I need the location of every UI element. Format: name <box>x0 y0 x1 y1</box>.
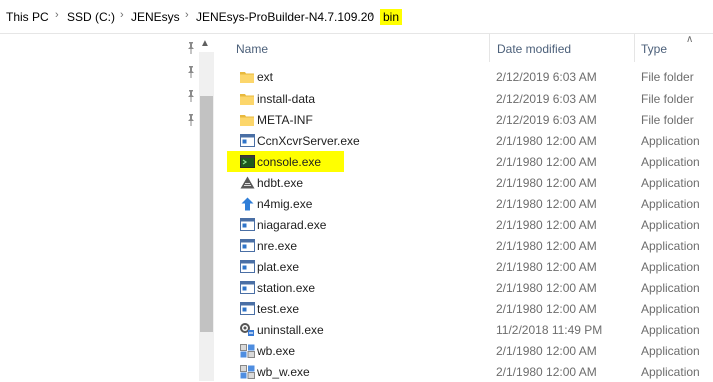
column-header-date-modified[interactable]: Date modified <box>497 42 571 56</box>
triangle-app-icon <box>238 174 256 191</box>
file-type: Application <box>641 365 700 379</box>
file-date: 2/1/1980 12:00 AM <box>496 218 597 232</box>
file-date: 2/1/1980 12:00 AM <box>496 260 597 274</box>
console-icon <box>238 153 256 170</box>
breadcrumb-this-pc[interactable]: This PC <box>6 10 49 24</box>
file-name[interactable]: n4mig.exe <box>257 197 312 211</box>
file-date: 2/1/1980 12:00 AM <box>496 365 597 379</box>
file-row-hdbt[interactable]: hdbt.exe 2/1/1980 12:00 AM Application <box>214 172 713 193</box>
file-name[interactable]: uninstall.exe <box>257 323 324 337</box>
application-window-icon <box>238 258 256 275</box>
application-window-icon <box>238 132 256 149</box>
file-date: 2/12/2019 6:03 AM <box>496 70 597 84</box>
column-header-name[interactable]: Name <box>236 42 268 56</box>
column-header-type[interactable]: Type <box>641 42 667 56</box>
navigation-pane <box>0 34 214 381</box>
file-date: 2/1/1980 12:00 AM <box>496 302 597 316</box>
file-type: Application <box>641 344 700 358</box>
file-name[interactable]: station.exe <box>257 281 315 295</box>
application-window-icon <box>238 237 256 254</box>
file-date: 2/1/1980 12:00 AM <box>496 155 597 169</box>
file-row-wb[interactable]: wb.exe 2/1/1980 12:00 AM Application <box>214 340 713 361</box>
application-window-icon <box>238 216 256 233</box>
file-row-ccnxcvrserver[interactable]: CcnXcvrServer.exe 2/1/1980 12:00 AM Appl… <box>214 130 713 151</box>
file-type: Application <box>641 323 700 337</box>
file-name[interactable]: niagarad.exe <box>257 218 326 232</box>
breadcrumb-bin[interactable]: bin <box>380 9 403 25</box>
nav-scrollbar-thumb[interactable] <box>200 96 213 332</box>
file-type: Application <box>641 155 700 169</box>
file-row-install-data[interactable]: install-data 2/12/2019 6:03 AM File fold… <box>214 88 713 109</box>
chevron-right-icon[interactable]: › <box>369 9 373 21</box>
pin-icon[interactable] <box>186 90 196 102</box>
pin-icon[interactable] <box>186 42 196 54</box>
file-type: Application <box>641 197 700 211</box>
file-type: Application <box>641 281 700 295</box>
file-row-console[interactable]: console.exe 2/1/1980 12:00 AM Applicatio… <box>214 151 713 172</box>
file-date: 11/2/2018 11:49 PM <box>496 323 603 337</box>
file-name[interactable]: plat.exe <box>257 260 299 274</box>
file-type: Application <box>641 302 700 316</box>
chevron-right-icon[interactable]: › <box>55 9 59 21</box>
file-name[interactable]: nre.exe <box>257 239 297 253</box>
file-date: 2/1/1980 12:00 AM <box>496 239 597 253</box>
workbench-icon <box>238 363 256 380</box>
folder-icon <box>238 68 256 85</box>
up-arrow-icon <box>238 195 256 212</box>
chevron-right-icon[interactable]: › <box>120 9 124 21</box>
file-type: Application <box>641 176 700 190</box>
folder-icon <box>238 90 256 107</box>
pin-icon[interactable] <box>186 66 196 78</box>
file-date: 2/1/1980 12:00 AM <box>496 134 597 148</box>
file-type: Application <box>641 134 700 148</box>
file-row-ext[interactable]: ext 2/12/2019 6:03 AM File folder <box>214 66 713 87</box>
file-date: 2/12/2019 6:03 AM <box>496 113 597 127</box>
file-name[interactable]: wb_w.exe <box>257 365 310 379</box>
file-date: 2/1/1980 12:00 AM <box>496 344 597 358</box>
file-name[interactable]: META-INF <box>257 113 313 127</box>
scroll-up-arrow-icon[interactable]: ▲ <box>200 38 210 49</box>
breadcrumb-jenesys[interactable]: JENEsys <box>131 10 180 24</box>
uninstall-gear-icon <box>238 321 256 338</box>
workbench-icon <box>238 342 256 359</box>
file-name[interactable]: CcnXcvrServer.exe <box>257 134 360 148</box>
file-date: 2/1/1980 12:00 AM <box>496 197 597 211</box>
column-divider[interactable] <box>634 34 635 62</box>
file-type: Application <box>641 260 700 274</box>
file-row-station[interactable]: station.exe 2/1/1980 12:00 AM Applicatio… <box>214 277 713 298</box>
file-row-wb-w[interactable]: wb_w.exe 2/1/1980 12:00 AM Application <box>214 361 713 382</box>
file-type: File folder <box>641 92 694 106</box>
file-row-meta-inf[interactable]: META-INF 2/12/2019 6:03 AM File folder <box>214 109 713 130</box>
file-type: Application <box>641 239 700 253</box>
file-type: File folder <box>641 113 694 127</box>
file-date: 2/1/1980 12:00 AM <box>496 281 597 295</box>
column-divider[interactable] <box>489 34 490 62</box>
breadcrumb-ssd-c[interactable]: SSD (C:) <box>67 10 115 24</box>
file-name[interactable]: install-data <box>257 92 315 106</box>
file-date: 2/1/1980 12:00 AM <box>496 176 597 190</box>
file-row-test[interactable]: test.exe 2/1/1980 12:00 AM Application <box>214 298 713 319</box>
file-name[interactable]: console.exe <box>257 155 321 169</box>
file-row-n4mig[interactable]: n4mig.exe 2/1/1980 12:00 AM Application <box>214 193 713 214</box>
chevron-right-icon[interactable]: › <box>185 9 189 21</box>
file-row-uninstall[interactable]: uninstall.exe 11/2/2018 11:49 PM Applica… <box>214 319 713 340</box>
file-date: 2/12/2019 6:03 AM <box>496 92 597 106</box>
file-type: File folder <box>641 70 694 84</box>
file-row-niagarad[interactable]: niagarad.exe 2/1/1980 12:00 AM Applicati… <box>214 214 713 235</box>
file-type: Application <box>641 218 700 232</box>
sort-caret-up-icon: ∧ <box>686 34 694 45</box>
file-name[interactable]: wb.exe <box>257 344 295 358</box>
file-name[interactable]: test.exe <box>257 302 299 316</box>
breadcrumb-probuilder[interactable]: JENEsys-ProBuilder-N4.7.109.20 <box>196 10 374 24</box>
file-row-nre[interactable]: nre.exe 2/1/1980 12:00 AM Application <box>214 235 713 256</box>
file-name[interactable]: ext <box>257 70 273 84</box>
address-breadcrumb: This PC › SSD (C:) › JENEsys › JENEsys-P… <box>0 0 713 34</box>
file-row-plat[interactable]: plat.exe 2/1/1980 12:00 AM Application <box>214 256 713 277</box>
pin-icon[interactable] <box>186 114 196 126</box>
application-window-icon <box>238 279 256 296</box>
file-name[interactable]: hdbt.exe <box>257 176 303 190</box>
application-window-icon <box>238 300 256 317</box>
folder-icon <box>238 111 256 128</box>
